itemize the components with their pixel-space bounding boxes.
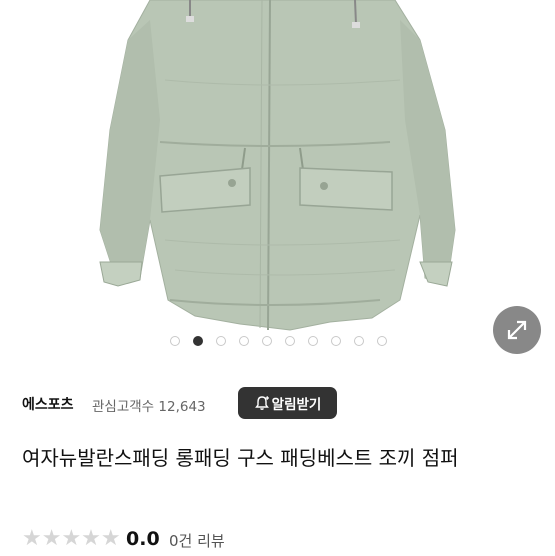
gallery-dot[interactable] bbox=[170, 336, 180, 346]
gallery-dot[interactable] bbox=[285, 336, 295, 346]
gallery-dot[interactable] bbox=[377, 336, 387, 346]
bell-plus-icon bbox=[254, 396, 269, 410]
gallery-dot[interactable] bbox=[216, 336, 226, 346]
expand-image-button[interactable] bbox=[493, 306, 541, 354]
product-image[interactable] bbox=[0, 0, 555, 362]
rating-score: 0.0 bbox=[126, 528, 160, 550]
seller-name[interactable]: 에스포츠 bbox=[22, 394, 74, 414]
rating-stars: ★★★★★ bbox=[22, 526, 121, 551]
gallery-dot[interactable] bbox=[308, 336, 318, 346]
gallery-dot[interactable] bbox=[354, 336, 364, 346]
gallery-pagination bbox=[0, 336, 555, 350]
seller-info-row: 에스포츠 관심고객수 12,643 알림받기 bbox=[0, 384, 555, 426]
product-image-gallery[interactable] bbox=[0, 0, 555, 362]
product-title: 여자뉴발란스패딩 롱패딩 구스 패딩베스트 조끼 점퍼 bbox=[22, 446, 459, 470]
seller-followers: 관심고객수 12,643 bbox=[92, 399, 206, 415]
alarm-button-label: 알림받기 bbox=[271, 397, 322, 413]
gallery-dot[interactable] bbox=[239, 336, 249, 346]
alarm-button[interactable]: 알림받기 bbox=[238, 387, 337, 419]
gallery-dot[interactable] bbox=[262, 336, 272, 346]
expand-arrows-icon bbox=[507, 320, 527, 340]
gallery-dot[interactable] bbox=[331, 336, 341, 346]
rating-row[interactable]: ★★★★★ 0.0 0건 리뷰 bbox=[22, 526, 542, 556]
gallery-dot-active[interactable] bbox=[193, 336, 203, 346]
review-count[interactable]: 0건 리뷰 bbox=[169, 530, 225, 551]
